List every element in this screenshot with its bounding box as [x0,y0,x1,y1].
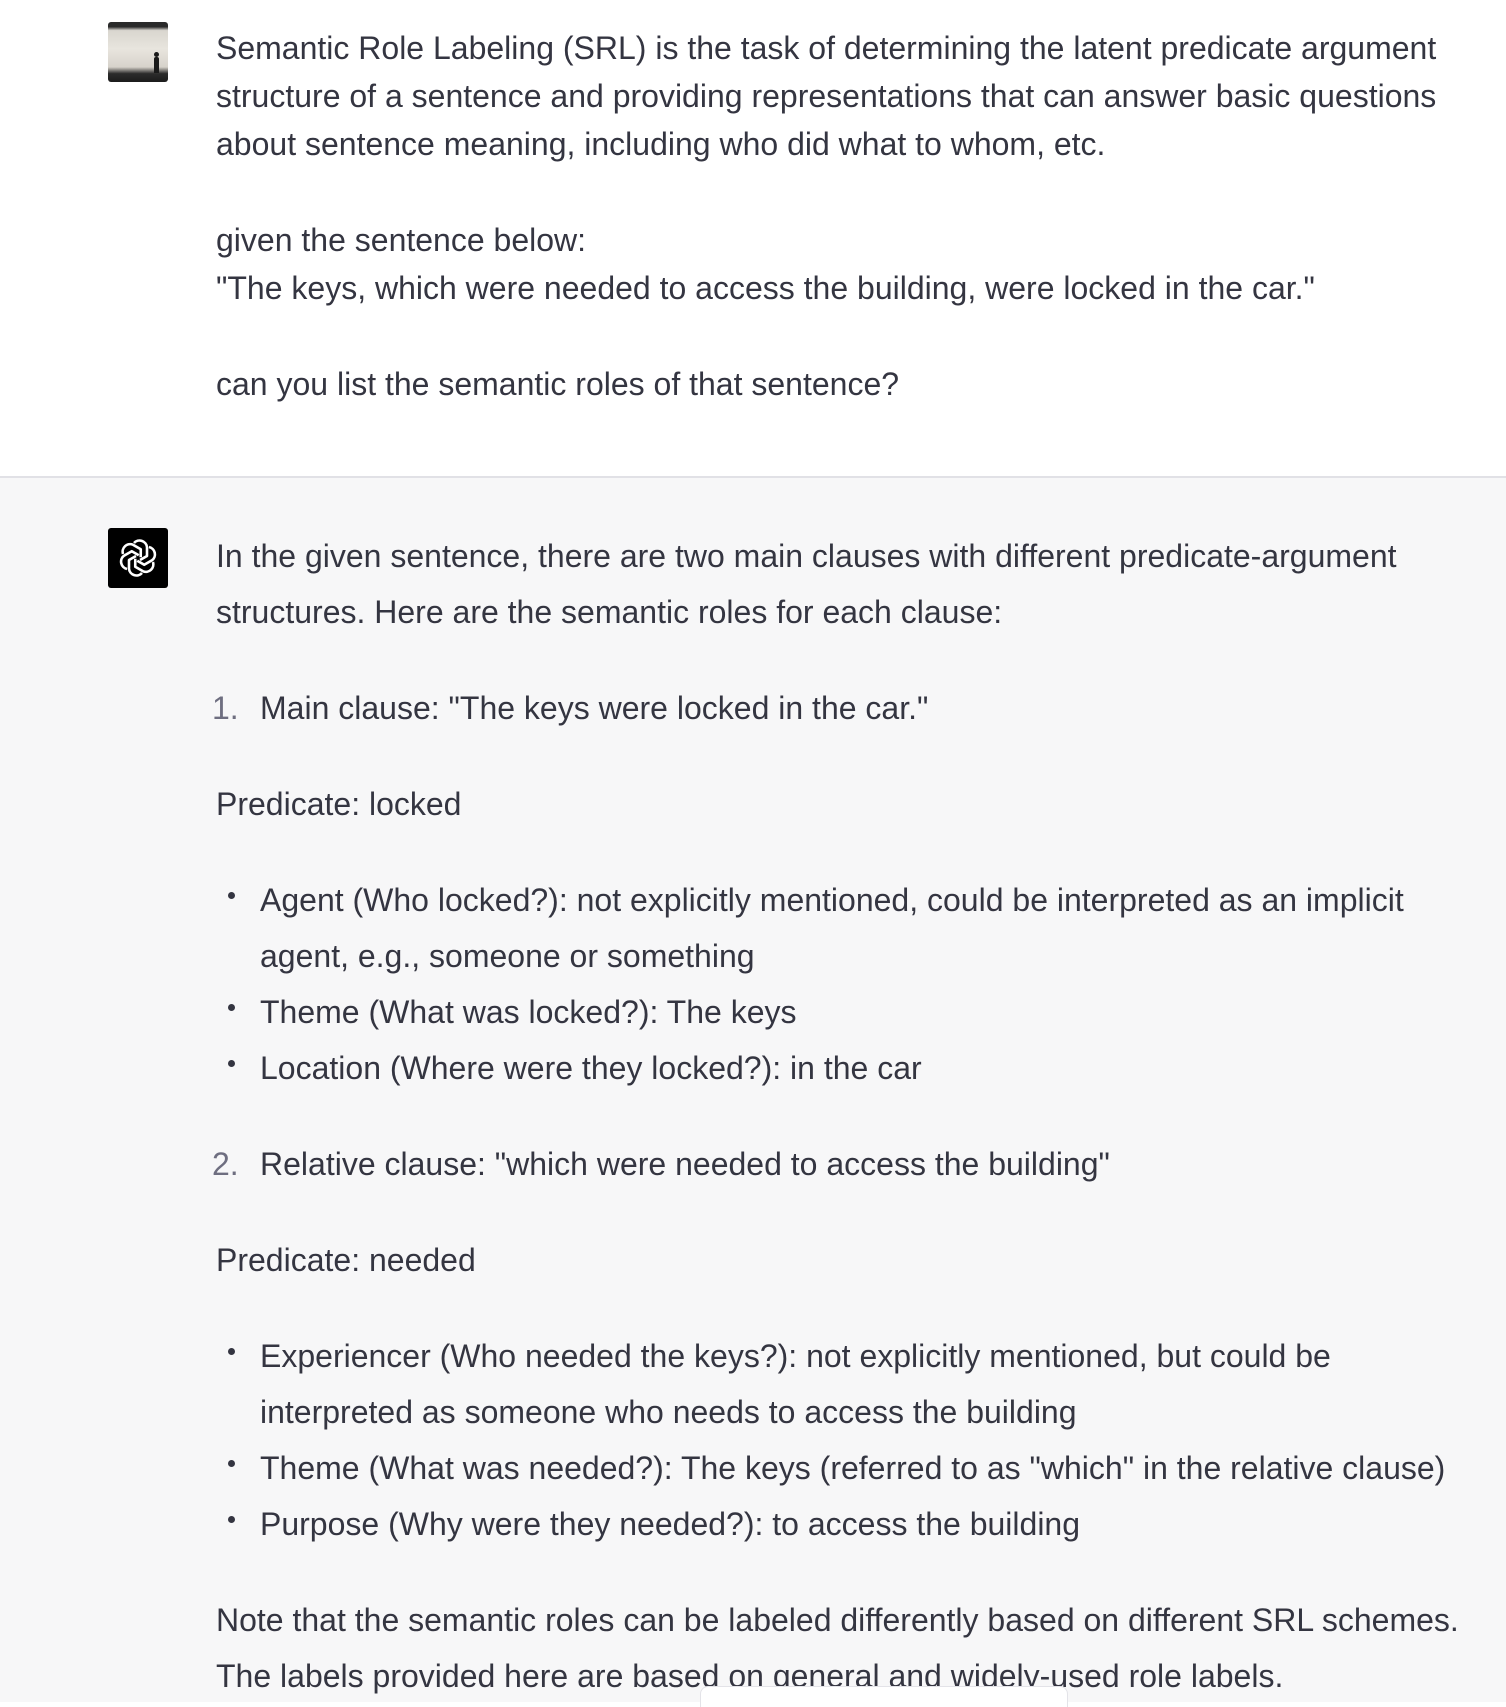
clause-2-title: Relative clause: "which were needed to a… [260,1146,1110,1182]
user-message: Semantic Role Labeling (SRL) is the task… [0,0,1506,478]
clause-1-role-1-line-1: Agent (Who locked?): not explicitly ment… [260,882,1404,918]
clause-1-role-2: Theme (What was locked?): The keys [260,994,797,1030]
list-number-1: 1. [212,690,239,726]
assistant-avatar [108,528,168,588]
user-text-line-4: given the sentence below: [216,222,587,258]
clause-2-predicate: Predicate: needed [216,1242,476,1278]
user-avatar [108,22,168,82]
bullet-marker [228,1516,235,1523]
clause-1-predicate: Predicate: locked [216,786,462,822]
clause-2-role-3: Purpose (Why were they needed?): to acce… [260,1506,1081,1542]
user-text-line-3: about sentence meaning, including who di… [216,126,1106,162]
bullet-marker [228,1004,235,1011]
user-text-line-1: Semantic Role Labeling (SRL) is the task… [216,30,1437,66]
bullet-marker [228,892,235,899]
clause-1-role-3: Location (Where were they locked?): in t… [260,1050,922,1086]
clause-1-role-1-line-2: agent, e.g., someone or something [260,938,755,974]
scroll-to-bottom-button[interactable] [700,1686,1068,1707]
openai-logo-icon [117,539,159,577]
avatar-figure-body [154,57,159,73]
assistant-intro-line-1: In the given sentence, there are two mai… [216,538,1397,574]
bullet-marker [228,1060,235,1067]
clause-2-role-1-line-1: Experiencer (Who needed the keys?): not … [260,1338,1331,1374]
assistant-note-line-1: Note that the semantic roles can be labe… [216,1602,1459,1638]
user-text-line-6: can you list the semantic roles of that … [216,366,900,402]
clause-1-title: Main clause: "The keys were locked in th… [260,690,929,726]
bullet-marker [228,1460,235,1467]
bullet-marker [228,1348,235,1355]
user-text-line-5: "The keys, which were needed to access t… [216,270,1315,306]
assistant-message: In the given sentence, there are two mai… [0,478,1506,1702]
user-text-line-2: structure of a sentence and providing re… [216,78,1437,114]
list-number-2: 2. [212,1146,239,1182]
clause-2-role-2: Theme (What was needed?): The keys (refe… [260,1450,1446,1486]
clause-2-role-1-line-2: interpreted as someone who needs to acce… [260,1394,1077,1430]
assistant-intro-line-2: structures. Here are the semantic roles … [216,594,1003,630]
